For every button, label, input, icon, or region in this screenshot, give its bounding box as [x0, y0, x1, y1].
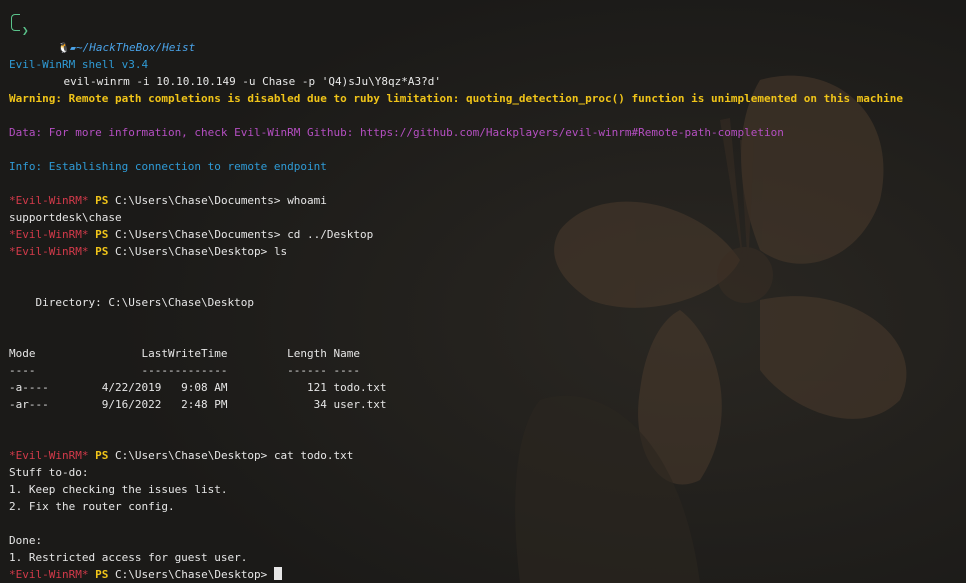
ps-prompt-line: *Evil-WinRM* PS C:\Users\Chase\Desktop> … [9, 243, 966, 260]
ps-command: ls [273, 245, 288, 258]
ps-path: C:\Users\Chase\Desktop> [114, 568, 268, 581]
ps-label: PS [95, 245, 109, 258]
ps-prompt-line: *Evil-WinRM* PS C:\Users\Chase\Desktop> … [9, 447, 966, 464]
prompt-line-top: 🐧▰~/HackTheBox/Heist [9, 5, 966, 54]
file-content-line: Stuff to-do: [9, 466, 89, 479]
directory-header: Directory: C:\Users\Chase\Desktop [9, 296, 255, 309]
table-header: Mode LastWriteTime Length Name [9, 347, 360, 360]
ps-path: C:\Users\Chase\Documents> [114, 228, 281, 241]
ps-command: cd ../Desktop [287, 228, 374, 241]
ps-command: cat todo.txt [273, 449, 354, 462]
ps-prompt-line: *Evil-WinRM* PS C:\Users\Chase\Documents… [9, 226, 966, 243]
ps-label: PS [95, 568, 109, 581]
ps-label: PS [95, 449, 109, 462]
ps-label: PS [95, 194, 109, 207]
file-content-line: 1. Restricted access for guest user. [9, 551, 248, 564]
ps-path: C:\Users\Chase\Desktop> [114, 449, 268, 462]
text-cursor[interactable] [273, 567, 282, 580]
chevron-right-icon: ❯ [22, 24, 29, 37]
current-directory: ~/HackTheBox/Heist [75, 41, 196, 54]
ps-path: C:\Users\Chase\Documents> [114, 194, 281, 207]
prompt-line-command: ❯ evil-winrm -i 10.10.10.149 -u Chase -p… [9, 22, 966, 88]
terminal-output[interactable]: 🐧▰~/HackTheBox/Heist ❯ evil-winrm -i 10.… [9, 5, 966, 583]
file-content-line [9, 515, 966, 532]
shell-version: Evil-WinRM shell v3.4 [9, 58, 149, 71]
table-row: -a---- 4/22/2019 9:08 AM 121 todo.txt [9, 381, 387, 394]
command-output: supportdesk\chase [9, 211, 122, 224]
winrm-tag: *Evil-WinRM* [9, 228, 89, 241]
table-rule: ---- ------------- ------ ---- [9, 364, 360, 377]
prompt-corner-bottom [11, 22, 20, 31]
ps-prompt-line-active[interactable]: *Evil-WinRM* PS C:\Users\Chase\Desktop> [9, 566, 966, 583]
command-text: evil-winrm -i 10.10.10.149 -u Chase -p '… [63, 75, 442, 88]
winrm-tag: *Evil-WinRM* [9, 245, 89, 258]
info-message: Info: Establishing connection to remote … [9, 160, 327, 173]
winrm-tag: *Evil-WinRM* [9, 194, 89, 207]
ps-prompt-line: *Evil-WinRM* PS C:\Users\Chase\Documents… [9, 192, 966, 209]
file-content-line: 1. Keep checking the issues list. [9, 483, 228, 496]
ps-path: C:\Users\Chase\Desktop> [114, 245, 268, 258]
winrm-tag: *Evil-WinRM* [9, 568, 89, 581]
table-row: -ar--- 9/16/2022 2:48 PM 34 user.txt [9, 398, 387, 411]
warning-message: Warning: Remote path completions is disa… [9, 92, 904, 105]
file-content-line: 2. Fix the router config. [9, 500, 175, 513]
winrm-tag: *Evil-WinRM* [9, 449, 89, 462]
ps-command: whoami [287, 194, 327, 207]
file-content-line: Done: [9, 534, 43, 547]
ps-label: PS [95, 228, 109, 241]
data-message: Data: For more information, check Evil-W… [9, 126, 784, 139]
